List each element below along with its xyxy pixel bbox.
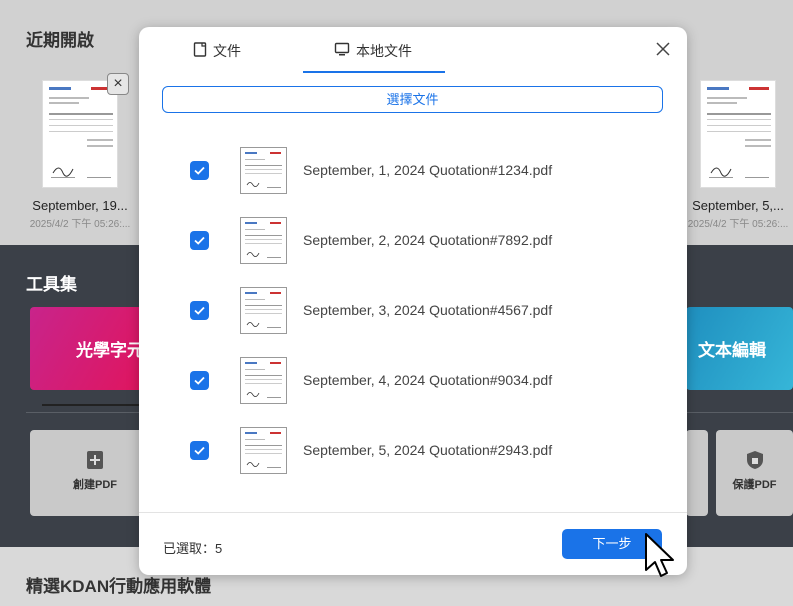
file-picker-dialog: 文件 本地文件 選擇文件 September, 1, 2024 Quotatio… (139, 27, 687, 575)
checkbox-checked[interactable] (190, 441, 209, 460)
pdf-thumbnail (240, 287, 287, 334)
file-plus-icon (85, 450, 105, 470)
recent-file-name: September, 19... (32, 198, 128, 213)
list-item[interactable]: September, 1, 2024 Quotation#1234.pdf (139, 137, 687, 197)
file-name: September, 3, 2024 Quotation#4567.pdf (303, 302, 553, 318)
checkbox-checked[interactable] (190, 231, 209, 250)
list-item[interactable]: September, 4, 2024 Quotation#9034.pdf (139, 347, 687, 407)
recent-title: 近期開啟 (26, 31, 94, 50)
recent-file-date: 2025/4/2 下午 05:26:... (687, 219, 789, 230)
list-item[interactable]: September, 5, 2024 Quotation#2943.pdf (139, 417, 687, 477)
file-name: September, 5, 2024 Quotation#2943.pdf (303, 442, 553, 458)
monitor-icon (334, 42, 350, 60)
document-icon (193, 42, 207, 60)
checkbox-checked[interactable] (190, 161, 209, 180)
pdf-thumbnail (240, 357, 287, 404)
shield-icon (745, 450, 765, 470)
file-name: September, 4, 2024 Quotation#9034.pdf (303, 372, 553, 388)
choose-file-button[interactable]: 選擇文件 (162, 86, 663, 113)
active-tab-indicator (303, 71, 445, 73)
checkbox-checked[interactable] (190, 301, 209, 320)
pdf-thumbnail (240, 427, 287, 474)
recent-file-card[interactable]: September, 5,... 2025/4/2 下午 05:26:... (678, 80, 793, 230)
dialog-tabs: 文件 本地文件 (139, 27, 687, 75)
list-item[interactable]: September, 2, 2024 Quotation#7892.pdf (139, 207, 687, 267)
file-name: September, 1, 2024 Quotation#1234.pdf (303, 162, 553, 178)
pdf-thumbnail (240, 217, 287, 264)
tab-documents[interactable]: 文件 (193, 41, 241, 61)
tool-card-partial[interactable] (686, 430, 708, 516)
apps-title: 精選KDAN行動應用軟體 (26, 577, 212, 596)
ocr-banner-label: 光學字元 (76, 341, 144, 360)
footer-divider (139, 512, 687, 513)
edit-text-banner-label: 文本編輯 (698, 341, 766, 360)
tab-local-files[interactable]: 本地文件 (334, 41, 412, 61)
tab-local-files-label: 本地文件 (356, 43, 412, 59)
close-icon[interactable] (655, 41, 671, 57)
protect-pdf-tool[interactable]: 保護PDF (716, 430, 793, 516)
file-name: September, 2, 2024 Quotation#7892.pdf (303, 232, 553, 248)
checkbox-checked[interactable] (190, 371, 209, 390)
tab-indicator (42, 404, 152, 406)
tools-title: 工具集 (26, 275, 77, 294)
document-thumbnail (700, 80, 776, 188)
document-thumbnail (42, 80, 118, 188)
recent-file-card[interactable]: September, 19... 2025/4/2 下午 05:26:... (20, 80, 140, 230)
edit-text-banner[interactable]: 文本編輯 (686, 307, 793, 390)
selected-count: 已選取：5 (163, 541, 223, 556)
protect-pdf-label: 保護PDF (732, 479, 777, 491)
list-item[interactable]: September, 3, 2024 Quotation#4567.pdf (139, 277, 687, 337)
pdf-thumbnail (240, 147, 287, 194)
recent-file-name: September, 5,... (692, 198, 784, 213)
recent-file-date: 2025/4/2 下午 05:26:... (29, 219, 131, 230)
mouse-cursor-icon (643, 532, 677, 580)
remove-recent-button[interactable]: × (107, 73, 129, 95)
tab-documents-label: 文件 (213, 43, 241, 59)
